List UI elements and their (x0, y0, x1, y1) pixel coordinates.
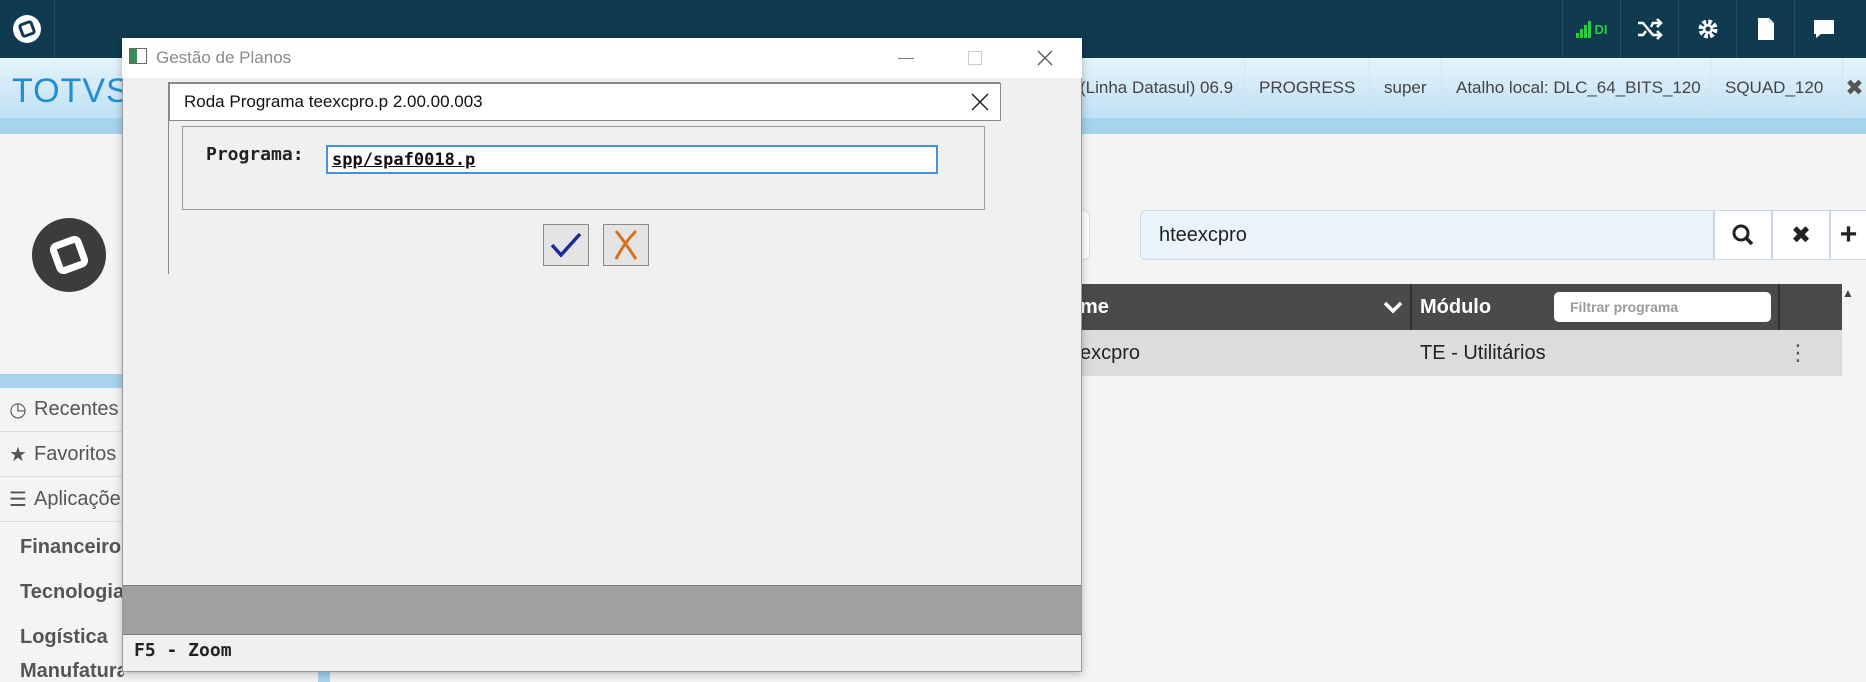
close-window-button[interactable] (1022, 38, 1068, 78)
search-box[interactable] (1140, 210, 1714, 260)
minimize-icon (898, 57, 914, 59)
document-button[interactable] (1736, 0, 1794, 58)
document-icon (1757, 18, 1774, 40)
crumb-environment[interactable]: SQUAD_120 (1710, 58, 1837, 118)
settings-button[interactable] (1678, 0, 1736, 58)
maximize-icon (968, 51, 982, 65)
star-icon: ★ (9, 444, 27, 466)
filter-program-input[interactable] (1554, 292, 1771, 322)
sidebar-subitem-logistica[interactable]: Logística (0, 615, 124, 659)
minimize-button[interactable] (883, 38, 929, 78)
home-logo-button[interactable] (0, 0, 55, 58)
signal-icon (1575, 20, 1592, 38)
sidebar-item-label: Aplicaçõe (34, 488, 121, 510)
crumb-product[interactable]: (Linha Datasul) 06.9 (1066, 58, 1247, 118)
column-header-name[interactable]: me (1080, 284, 1410, 330)
search-input[interactable] (1159, 223, 1713, 247)
sidebar-subitem-tecnologia[interactable]: Tecnologia (0, 570, 124, 614)
crumb-user[interactable]: super (1369, 58, 1441, 118)
close-icon (1037, 50, 1053, 66)
column-divider (1778, 284, 1780, 330)
column-header-module[interactable]: Módulo (1420, 284, 1491, 330)
menu-icon: ☰ (9, 489, 27, 511)
totvs-logo-icon (13, 15, 41, 43)
search-button[interactable] (1714, 210, 1772, 260)
search-icon (1732, 224, 1754, 246)
cancel-button[interactable] (603, 224, 649, 266)
close-icon: ✖ (1790, 221, 1812, 249)
checkmark-icon (550, 232, 582, 258)
connection-status[interactable]: DI (1562, 0, 1620, 58)
chat-button[interactable] (1794, 0, 1852, 58)
dialog-title: Roda Programa teexcpro.p 2.00.00.003 (184, 92, 483, 111)
sort-button[interactable] (1380, 284, 1406, 330)
add-button[interactable]: + (1830, 210, 1866, 260)
close-tabs-button[interactable]: ✖ (1842, 58, 1866, 118)
more-vertical-icon: ⋮ (1787, 340, 1809, 365)
column-divider (1410, 284, 1412, 330)
crumb-database[interactable]: PROGRESS (1244, 58, 1369, 118)
chevron-down-icon (1383, 301, 1403, 314)
scroll-up-icon[interactable]: ▲ (1842, 286, 1858, 302)
status-bar-text: F5 - Zoom (134, 640, 232, 661)
close-icon: ✖ (1845, 75, 1864, 100)
sidebar-item-aplicacoes[interactable]: ☰ Aplicaçõe (0, 478, 124, 522)
sidebar-subitem-manufatura[interactable]: Manufatura (0, 660, 124, 682)
brand-title: TOTVS (12, 72, 130, 110)
scrollbar-thumb[interactable] (318, 672, 330, 682)
close-icon (971, 93, 989, 111)
sidebar-top-strip (0, 374, 124, 388)
clock-icon: ◷ (9, 399, 27, 421)
cancel-x-icon (614, 229, 638, 260)
sidebar-item-label: Favoritos (34, 443, 117, 465)
window-title: Gestão de Planos (156, 48, 292, 67)
confirm-button[interactable] (543, 224, 589, 266)
chat-icon (1813, 20, 1834, 38)
table-cell-module[interactable]: TE - Utilitários (1420, 330, 1546, 376)
row-options-button[interactable]: ⋮ (1787, 330, 1809, 376)
shuffle-button[interactable] (1620, 0, 1678, 58)
sidebar-item-favoritos[interactable]: ★ Favoritos (0, 433, 124, 477)
gear-icon (1698, 19, 1717, 39)
message-area (123, 585, 1081, 635)
totvs-big-logo-icon (32, 218, 106, 292)
signal-label: DI (1594, 21, 1608, 37)
plus-icon: + (1839, 218, 1858, 251)
clear-search-button[interactable]: ✖ (1772, 210, 1830, 260)
sidebar-item-recentes[interactable]: ◷ Recentes (0, 388, 124, 432)
sidebar-item-label: Recentes (34, 398, 119, 420)
table-cell-name[interactable]: excpro (1080, 330, 1140, 376)
sidebar-subitem-financeiro[interactable]: Financeiro (0, 525, 124, 569)
shuffle-icon (1637, 18, 1663, 40)
app-window-icon (129, 48, 147, 64)
program-input[interactable] (326, 145, 938, 174)
maximize-button[interactable] (952, 38, 998, 78)
close-dialog-button[interactable] (960, 83, 1000, 121)
program-label: Programa: (206, 144, 304, 165)
crumb-shortcut[interactable]: Atalho local: DLC_64_BITS_120 (1441, 58, 1715, 118)
